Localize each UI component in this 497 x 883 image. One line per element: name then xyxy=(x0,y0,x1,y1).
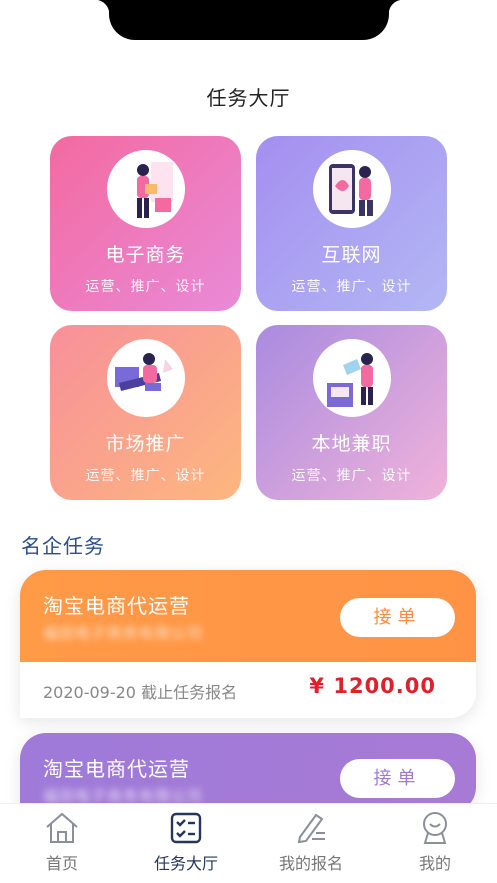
category-card-marketing[interactable]: 市场推广 运营、推广、设计 xyxy=(50,325,241,500)
tab-label: 我的 xyxy=(418,854,451,873)
tab-profile[interactable]: 我的 xyxy=(373,804,497,883)
profile-icon xyxy=(416,809,454,847)
marketing-illustration xyxy=(107,339,185,417)
tab-home[interactable]: 首页 xyxy=(0,804,124,883)
device-notch xyxy=(95,0,403,40)
accept-task-button[interactable]: 接单 xyxy=(340,598,455,637)
accept-task-button[interactable]: 接单 xyxy=(340,759,455,798)
category-name: 市场推广 xyxy=(105,433,186,455)
category-name: 互联网 xyxy=(321,244,382,266)
tab-label: 我的报名 xyxy=(278,854,343,873)
page-title: 任务大厅 xyxy=(206,86,291,110)
category-name: 电子商务 xyxy=(105,244,186,266)
task-title: 淘宝电商代运营 xyxy=(43,757,190,781)
task-card[interactable]: 淘宝电商代运营 福田电子商务有限公司 接单 xyxy=(20,733,476,813)
tab-task-hall[interactable]: 任务大厅 xyxy=(124,804,248,883)
task-card[interactable]: 淘宝电商代运营 福田电子商务有限公司 接单 2020-09-20 截止任务报名 … xyxy=(20,570,476,718)
category-tags: 运营、推广、设计 xyxy=(85,279,206,295)
home-icon xyxy=(43,809,81,847)
task-title: 淘宝电商代运营 xyxy=(43,594,190,618)
tab-label: 首页 xyxy=(45,854,78,873)
local-parttime-illustration xyxy=(313,339,391,417)
deadline-text: 2020-09-20 截止任务报名 xyxy=(43,683,238,702)
company-name: 福田电子商务有限公司 xyxy=(43,624,204,642)
task-price: ¥ 1200.00 xyxy=(309,674,436,698)
section-title: 名企任务 xyxy=(21,534,105,558)
category-card-ecommerce[interactable]: 电子商务 运营、推广、设计 xyxy=(50,136,241,311)
ecommerce-illustration xyxy=(107,150,185,228)
task-card-header: 淘宝电商代运营 福田电子商务有限公司 接单 xyxy=(20,570,476,662)
tab-my-applications[interactable]: 我的报名 xyxy=(249,804,373,883)
internet-illustration xyxy=(313,150,391,228)
task-list-icon xyxy=(167,809,205,847)
category-tags: 运营、推广、设计 xyxy=(291,279,412,295)
task-card-footer: 2020-09-20 截止任务报名 ¥ 1200.00 xyxy=(20,662,476,718)
category-name: 本地兼职 xyxy=(311,433,392,455)
bottom-tab-bar: 首页 任务大厅 我的报名 我的 xyxy=(0,803,497,883)
edit-icon xyxy=(292,809,330,847)
tab-label: 任务大厅 xyxy=(153,854,218,873)
task-card-header: 淘宝电商代运营 福田电子商务有限公司 接单 xyxy=(20,733,476,813)
category-card-internet[interactable]: 互联网 运营、推广、设计 xyxy=(256,136,447,311)
category-card-local-parttime[interactable]: 本地兼职 运营、推广、设计 xyxy=(256,325,447,500)
category-tags: 运营、推广、设计 xyxy=(291,468,412,484)
category-grid: 电子商务 运营、推广、设计 互联网 运营、推广、设计 市场推广 运营、推广、设计… xyxy=(50,136,448,500)
category-tags: 运营、推广、设计 xyxy=(85,468,206,484)
